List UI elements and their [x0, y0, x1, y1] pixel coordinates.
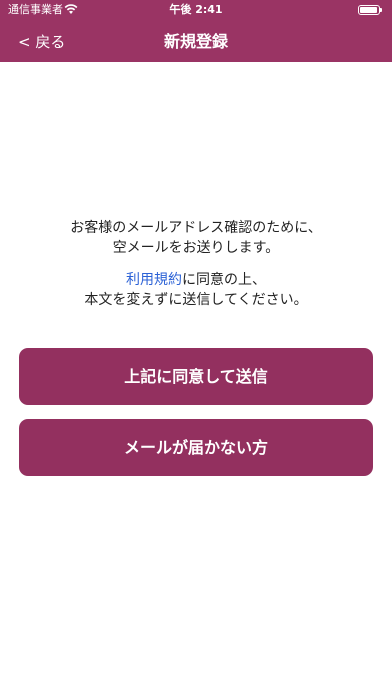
clock: 午後 2:41: [169, 3, 223, 16]
agree-send-button[interactable]: 上記に同意して送信: [19, 348, 373, 405]
page-title: 新規登録: [163, 32, 228, 51]
status-bar: 通信事業者 午後 2:41: [0, 0, 392, 20]
mail-not-received-button[interactable]: メールが届かない方: [19, 419, 373, 476]
battery-icon: [358, 5, 382, 15]
confirmation-message: お客様のメールアドレス確認のために、 空メールをお送りします。 利用規約に同意の…: [0, 218, 392, 310]
message-line-3-text: に同意の上、: [182, 272, 266, 288]
terms-link[interactable]: 利用規約: [126, 272, 182, 288]
navigation-bar: < 戻る 新規登録: [0, 28, 392, 56]
message-line-1: お客様のメールアドレス確認のために、: [70, 220, 322, 236]
message-line-2: 空メールをお送りします。: [112, 240, 280, 256]
app-header: 通信事業者 午後 2:41 < 戻る 新規登録: [0, 0, 392, 62]
message-line-4: 本文を変えずに送信してください。: [84, 292, 308, 308]
message-line-3: 利用規約に同意の上、: [0, 270, 392, 290]
